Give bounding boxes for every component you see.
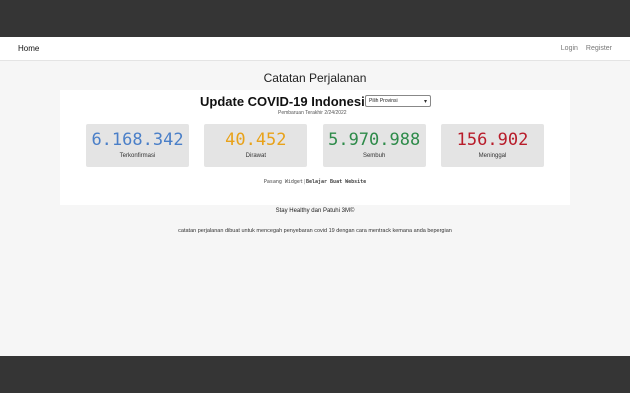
stat-card-deaths: 156.902 Meninggal — [440, 124, 544, 167]
province-select-value: Pilih Provinsi — [369, 98, 398, 104]
navbar: Home Login Register — [0, 37, 630, 61]
widget-header: Update COVID-19 Indonesia Pembaruan Tera… — [60, 94, 570, 120]
register-link[interactable]: Register — [586, 45, 612, 52]
stat-label-confirmed: Terkonfirmasi — [119, 153, 156, 159]
stat-label-recovered: Sembuh — [362, 153, 386, 159]
tagline: Stay Healthy dan Patuhi 3M© — [275, 208, 355, 214]
stat-label-deaths: Meninggal — [478, 153, 507, 159]
stat-card-hospitalized: 40.452 Dirawat — [204, 124, 308, 167]
home-link[interactable]: Home — [18, 44, 39, 53]
chevron-down-icon: ▾ — [423, 98, 427, 105]
stat-value-hospitalized: 40.452 — [225, 130, 287, 150]
stat-value-recovered: 5.970.988 — [328, 130, 421, 150]
nav-right: Login Register — [561, 45, 612, 52]
learn-website-link[interactable]: Belajar Buat Website — [306, 179, 366, 185]
stat-value-deaths: 156.902 — [456, 130, 529, 150]
stat-value-confirmed: 6.168.342 — [91, 130, 184, 150]
stat-label-hospitalized: Dirawat — [245, 153, 266, 159]
install-widget-link[interactable]: Pasang Widget — [264, 179, 303, 185]
covid-widget: Update COVID-19 Indonesia Pembaruan Tera… — [60, 90, 570, 205]
last-update-label: Pembaruan Terakhir — [278, 110, 323, 116]
widget-footer: Pasang Widget|Belajar Buat Website — [60, 179, 570, 185]
province-select[interactable]: Pilih Provinsi ▾ — [365, 95, 431, 107]
stats-row: 6.168.342 Terkonfirmasi 40.452 Dirawat 5… — [86, 124, 544, 167]
stat-card-recovered: 5.970.988 Sembuh — [322, 124, 426, 167]
last-update: Pembaruan Terakhir 2/24/2022 — [278, 110, 347, 116]
login-link[interactable]: Login — [561, 45, 578, 52]
widget-title: Update COVID-19 Indonesia — [200, 94, 372, 109]
description: catatan perjalanan dibuat untuk mencegah… — [178, 228, 452, 234]
last-update-date: 2/24/2022 — [324, 110, 347, 116]
page-title: Catatan Perjalanan — [263, 71, 367, 85]
stat-card-confirmed: 6.168.342 Terkonfirmasi — [86, 124, 189, 167]
